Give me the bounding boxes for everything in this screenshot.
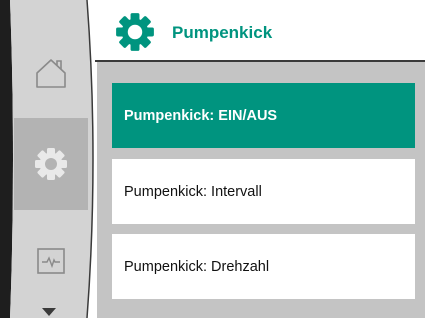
- menu-item-intervall[interactable]: Pumpenkick: Intervall: [112, 159, 415, 224]
- pulse-icon: [37, 248, 65, 274]
- menu-item-label: Pumpenkick: EIN/AUS: [124, 107, 278, 124]
- gear-icon: [35, 148, 67, 180]
- gear-icon: [116, 13, 154, 51]
- screen: Pumpenkick Pumpenkick: EIN/AUS Pumpenkic…: [0, 0, 425, 318]
- nav-item-status[interactable]: [14, 226, 88, 296]
- menu-item-label: Pumpenkick: Intervall: [124, 183, 262, 200]
- nav-item-home[interactable]: [14, 36, 88, 110]
- home-icon: [36, 59, 66, 88]
- menu-item-label: Pumpenkick: Drehzahl: [124, 258, 270, 275]
- chevron-down-icon[interactable]: [42, 308, 56, 316]
- menu-list: Pumpenkick: EIN/AUS Pumpenkick: Interval…: [97, 62, 425, 318]
- nav-item-settings[interactable]: [14, 118, 88, 210]
- menu-item-drehzahl[interactable]: Pumpenkick: Drehzahl: [112, 234, 415, 299]
- nav-rail: [0, 0, 95, 318]
- page-title: Pumpenkick: [172, 23, 273, 42]
- menu-item-ein-aus[interactable]: Pumpenkick: EIN/AUS: [112, 83, 415, 148]
- page-header: Pumpenkick: [95, 0, 425, 62]
